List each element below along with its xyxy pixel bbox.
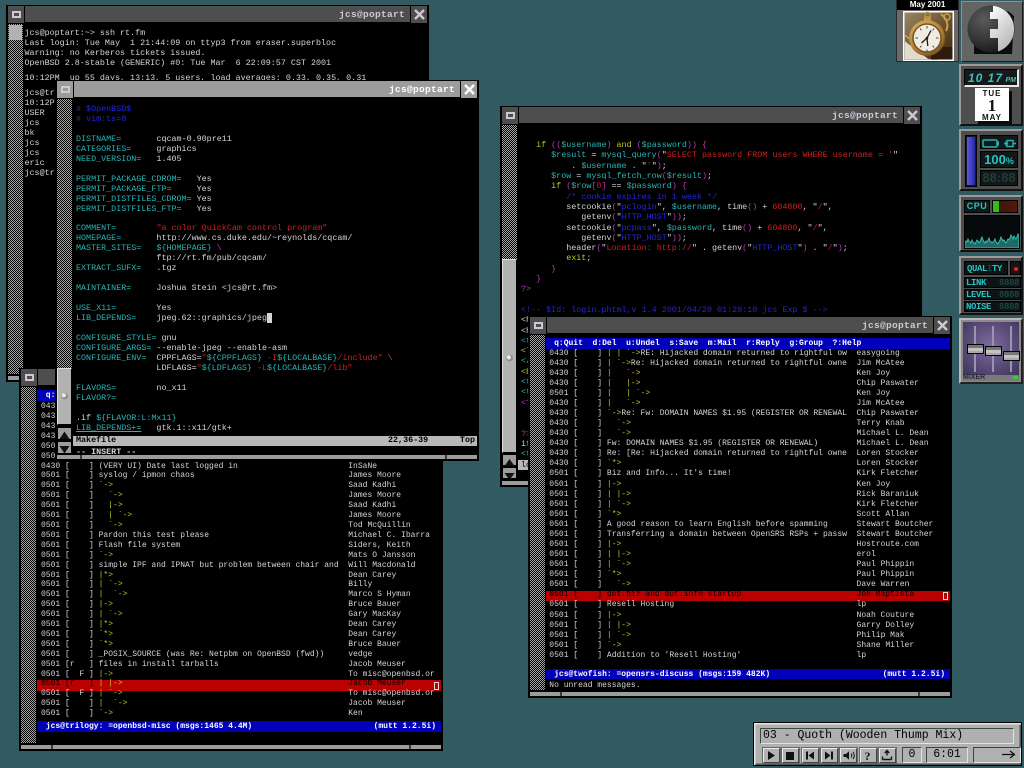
svg-text:?: ? [864, 749, 870, 762]
